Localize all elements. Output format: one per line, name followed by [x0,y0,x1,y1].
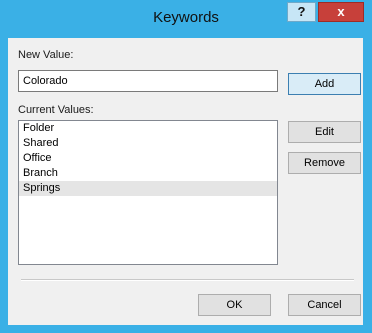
footer-separator [21,279,354,281]
help-button[interactable]: ? [287,2,316,22]
title-bar[interactable]: Keywords ? x [0,0,372,38]
ok-button[interactable]: OK [198,294,271,316]
list-item-selected[interactable]: Springs [19,181,277,196]
new-value-input[interactable] [18,70,278,92]
keywords-dialog: Keywords ? x New Value: Add Current Valu… [0,0,372,333]
close-button[interactable]: x [318,2,364,22]
dialog-title: Keywords [153,9,219,26]
add-button[interactable]: Add [288,73,361,95]
current-values-label: Current Values: [18,104,94,116]
remove-button[interactable]: Remove [288,152,361,174]
current-values-list[interactable]: Folder Shared Office Branch Springs [18,120,278,265]
list-item[interactable]: Branch [19,166,277,181]
edit-button[interactable]: Edit [288,121,361,143]
list-item[interactable]: Shared [19,136,277,151]
new-value-label: New Value: [18,49,74,61]
list-item[interactable]: Folder [19,121,277,136]
dialog-body: New Value: Add Current Values: Folder Sh… [8,38,363,325]
cancel-button[interactable]: Cancel [288,294,361,316]
list-item[interactable]: Office [19,151,277,166]
